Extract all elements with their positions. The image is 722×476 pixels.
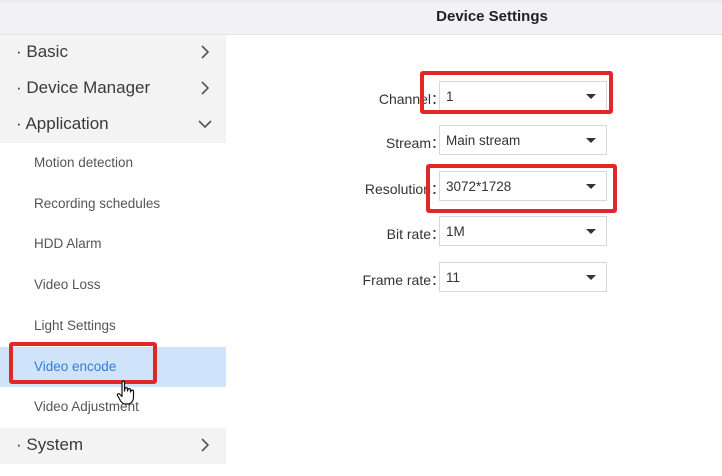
chevron-down-icon: [198, 120, 212, 129]
sidebar-item-video-adjustment[interactable]: Video Adjustment: [0, 387, 226, 427]
sidebar-item-light-settings[interactable]: Light Settings: [0, 306, 226, 346]
sidebar-item-video-loss[interactable]: Video Loss: [0, 265, 226, 305]
sidebar-item-video-encode[interactable]: Video encode: [0, 347, 226, 387]
sidebar-section-label: · Application: [16, 114, 109, 133]
sidebar-item-label: Video encode: [34, 359, 117, 374]
frame-rate-value: 11: [446, 270, 461, 285]
stream-select[interactable]: Main stream: [439, 125, 607, 155]
sidebar-section-system[interactable]: · System: [0, 428, 226, 464]
page-title: Device Settings: [436, 8, 548, 25]
sidebar-item-label: Light Settings: [34, 318, 116, 333]
sidebar-item-recording-schedules[interactable]: Recording schedules: [0, 184, 226, 224]
sidebar-item-hdd-alarm[interactable]: HDD Alarm: [0, 224, 226, 264]
caret-down-icon: [586, 229, 596, 234]
form-row-bit-rate: Bit rate： 1M: [227, 216, 722, 248]
frame-rate-label: Frame rate：: [362, 272, 445, 288]
channel-value: 1: [446, 89, 454, 104]
sidebar-item-motion-detection[interactable]: Motion detection: [0, 143, 226, 183]
form-row-stream: Stream： Main stream: [227, 125, 722, 157]
resolution-select[interactable]: 3072*1728: [439, 171, 607, 201]
sidebar-item-label: Motion detection: [34, 155, 134, 170]
resolution-label: Resolution：: [364, 181, 445, 197]
form-row-resolution: Resolution： 3072*1728: [227, 171, 722, 203]
sidebar-item-label: Video Loss: [34, 277, 101, 292]
stream-value: Main stream: [446, 133, 521, 148]
chevron-right-icon: [201, 81, 210, 95]
sidebar-section-label: · System: [16, 435, 84, 454]
caret-down-icon: [586, 94, 596, 99]
title-bar: Device Settings: [0, 0, 722, 35]
form-row-frame-rate: Frame rate： 11: [227, 262, 722, 294]
chevron-right-icon: [201, 45, 210, 59]
sidebar-section-application[interactable]: · Application: [0, 107, 226, 143]
bit-rate-label: Bit rate：: [386, 226, 445, 242]
title-bar-top-strip: [0, 0, 722, 3]
form-row-channel: Channel： 1: [227, 81, 722, 113]
caret-down-icon: [586, 184, 596, 189]
frame-rate-select[interactable]: 11: [439, 262, 607, 292]
sidebar-item-label: Recording schedules: [34, 196, 161, 211]
resolution-value: 3072*1728: [446, 179, 512, 194]
caret-down-icon: [586, 275, 596, 280]
sidebar-section-label: · Device Manager: [16, 78, 151, 97]
sidebar-section-label: · Basic: [16, 42, 68, 61]
channel-label: Channel：: [378, 91, 445, 107]
bit-rate-select[interactable]: 1M: [439, 216, 607, 246]
stream-label: Stream：: [385, 135, 445, 151]
caret-down-icon: [586, 138, 596, 143]
sidebar: · Basic · Device Manager · Application M…: [0, 35, 226, 476]
bit-rate-value: 1M: [446, 224, 465, 239]
video-encode-form: Channel： 1 Stream： Main stream Resolutio…: [227, 35, 722, 476]
sidebar-item-label: HDD Alarm: [34, 236, 102, 251]
sidebar-section-basic[interactable]: · Basic: [0, 35, 226, 71]
channel-select[interactable]: 1: [439, 81, 607, 111]
sidebar-section-device-manager[interactable]: · Device Manager: [0, 71, 226, 107]
chevron-right-icon: [201, 438, 210, 452]
hand-pointer-icon: [116, 380, 135, 405]
